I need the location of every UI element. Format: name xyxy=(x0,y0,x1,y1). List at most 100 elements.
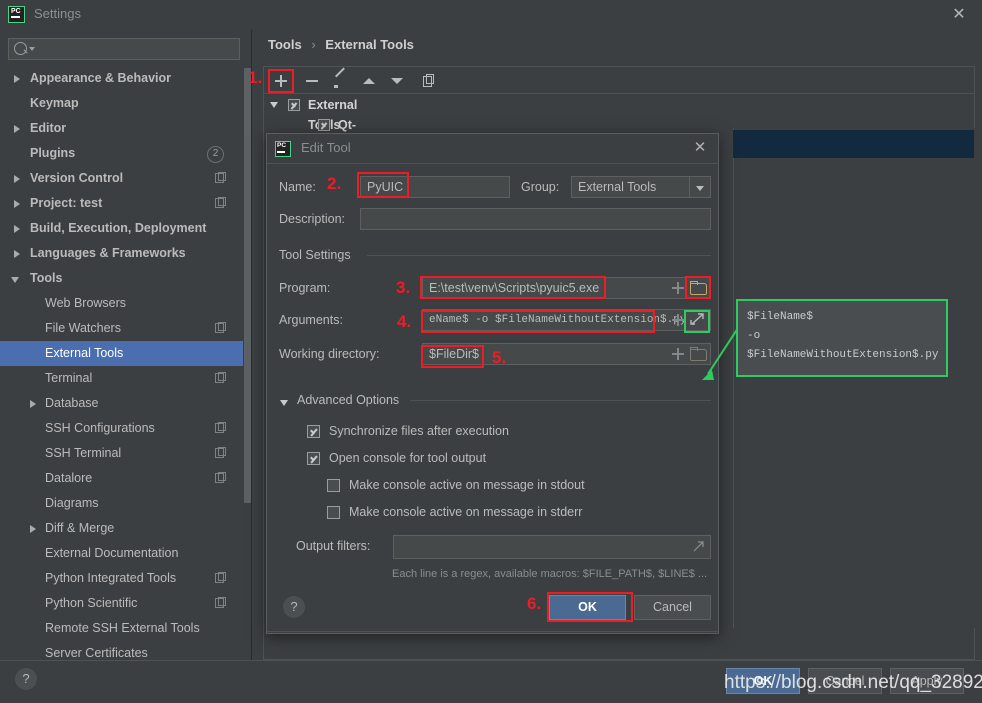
sidebar-item-python-integrated-tools[interactable]: Python Integrated Tools xyxy=(0,566,250,591)
close-icon[interactable]: ✕ xyxy=(692,140,708,156)
chevron-down-icon[interactable] xyxy=(11,277,19,283)
dialog-help-button[interactable]: ? xyxy=(283,596,305,618)
program-input[interactable]: E:\test\venv\Scripts\pyuic5.exe xyxy=(422,277,711,299)
arguments-input[interactable]: eName$ -o $FileNameWithoutExtension$.py xyxy=(422,309,711,331)
annotation-number-2: 2. xyxy=(327,174,341,194)
output-filters-expand-icon[interactable] xyxy=(691,540,707,554)
sidebar-item-diff-merge[interactable]: Diff & Merge xyxy=(0,516,250,541)
checkbox-label-open-console: Open console for tool output xyxy=(329,451,486,465)
sidebar-item-remote-ssh-external-tools[interactable]: Remote SSH External Tools xyxy=(0,616,250,641)
sidebar-item-badge: 2 xyxy=(207,146,224,163)
sidebar-item-label: File Watchers xyxy=(45,316,121,341)
search-input[interactable] xyxy=(8,38,240,60)
arrow-down-icon[interactable] xyxy=(388,72,406,90)
advanced-options-heading: Advanced Options xyxy=(297,393,399,407)
description-label: Description: xyxy=(279,212,345,226)
chevron-right-icon[interactable] xyxy=(30,525,36,533)
sidebar-item-project-test[interactable]: Project: test xyxy=(0,191,250,216)
chevron-right-icon[interactable] xyxy=(30,400,36,408)
pencil-icon[interactable] xyxy=(332,72,350,90)
working-directory-input[interactable]: $FileDir$ xyxy=(422,343,711,365)
copy-icon xyxy=(215,598,224,608)
annotation-number-5: 5. xyxy=(492,348,506,368)
expand-arrow-icon xyxy=(691,540,705,553)
add-icon[interactable] xyxy=(272,72,290,90)
sidebar-item-ssh-configurations[interactable]: SSH Configurations xyxy=(0,416,250,441)
chevron-right-icon[interactable] xyxy=(14,125,20,133)
copy-icon xyxy=(215,473,224,483)
chevron-down-icon[interactable] xyxy=(270,102,278,108)
arguments-insert-macro-button[interactable] xyxy=(671,313,685,327)
sidebar-item-label: Editor xyxy=(30,116,66,141)
name-input[interactable]: PyUIC xyxy=(360,176,510,198)
checkbox-console-active-stdout[interactable] xyxy=(327,479,340,492)
copy-icon xyxy=(215,323,224,333)
arrow-up-icon[interactable] xyxy=(360,72,378,90)
sidebar-item-web-browsers[interactable]: Web Browsers xyxy=(0,291,250,316)
sidebar-item-database[interactable]: Database xyxy=(0,391,250,416)
copy-icon[interactable] xyxy=(419,72,437,90)
chevron-right-icon[interactable] xyxy=(14,225,20,233)
breadcrumb-separator: › xyxy=(311,37,315,52)
group-select[interactable]: External Tools xyxy=(571,176,711,198)
sidebar-item-label: External Documentation xyxy=(45,541,178,566)
sidebar-item-label: Database xyxy=(45,391,99,416)
settings-apply-button[interactable]: Apply xyxy=(890,668,964,694)
tool-settings-heading: Tool Settings xyxy=(279,248,351,262)
sidebar-item-label: Python Scientific xyxy=(45,591,137,616)
checkbox-console-active-stderr[interactable] xyxy=(327,506,340,519)
sidebar-item-version-control[interactable]: Version Control xyxy=(0,166,250,191)
working-directory-label: Working directory: xyxy=(279,347,380,361)
copy-icon xyxy=(215,198,224,208)
sidebar-item-external-documentation[interactable]: External Documentation xyxy=(0,541,250,566)
sidebar-item-file-watchers[interactable]: File Watchers xyxy=(0,316,250,341)
sidebar-item-build-execution-deployment[interactable]: Build, Execution, Deployment xyxy=(0,216,250,241)
chevron-right-icon[interactable] xyxy=(14,175,20,183)
sidebar-item-keymap[interactable]: Keymap xyxy=(0,91,250,116)
sidebar-item-external-tools[interactable]: External Tools xyxy=(0,341,250,366)
sidebar-item-appearance-behavior[interactable]: Appearance & Behavior xyxy=(0,66,250,91)
checkbox-open-console[interactable] xyxy=(307,452,320,465)
checkbox-synchronize-files[interactable] xyxy=(307,425,320,438)
sidebar-item-editor[interactable]: Editor xyxy=(0,116,250,141)
sidebar-item-terminal[interactable]: Terminal xyxy=(0,366,250,391)
chevron-right-icon[interactable] xyxy=(14,250,20,258)
annotation-number-3: 3. xyxy=(396,278,410,298)
sidebar-item-datalore[interactable]: Datalore xyxy=(0,466,250,491)
sidebar-scrollbar-thumb[interactable] xyxy=(244,68,251,503)
program-insert-macro-button[interactable] xyxy=(671,281,685,295)
dialog-ok-button[interactable]: OK xyxy=(549,595,626,620)
sidebar-divider xyxy=(251,30,252,660)
sidebar-item-plugins[interactable]: Plugins 2 xyxy=(0,141,250,166)
settings-ok-button[interactable]: OK xyxy=(726,668,800,694)
remove-icon[interactable] xyxy=(303,72,321,90)
settings-sidebar[interactable]: Appearance & BehaviorKeymapEditorPlugins… xyxy=(0,66,250,660)
sidebar-item-ssh-terminal[interactable]: SSH Terminal xyxy=(0,441,250,466)
program-browse-folder-icon[interactable] xyxy=(690,281,708,296)
sidebar-item-label: Plugins xyxy=(30,141,75,166)
chevron-down-icon[interactable] xyxy=(280,400,288,406)
dialog-cancel-button[interactable]: Cancel xyxy=(634,595,711,620)
working-directory-insert-macro-button[interactable] xyxy=(671,347,685,361)
program-label: Program: xyxy=(279,281,330,295)
tree-item-checkbox[interactable] xyxy=(318,119,330,131)
chevron-right-icon[interactable] xyxy=(14,200,20,208)
settings-cancel-button[interactable]: Cancel xyxy=(808,668,882,694)
sidebar-item-tools[interactable]: Tools xyxy=(0,266,250,291)
sidebar-item-python-scientific[interactable]: Python Scientific xyxy=(0,591,250,616)
description-input[interactable] xyxy=(360,208,711,230)
settings-help-button[interactable]: ? xyxy=(15,668,37,690)
chevron-right-icon[interactable] xyxy=(14,75,20,83)
close-icon[interactable]: ✕ xyxy=(950,6,968,24)
sidebar-item-label: Server Certificates xyxy=(45,641,148,660)
chevron-down-icon[interactable] xyxy=(689,177,710,197)
chevron-down-icon[interactable] xyxy=(29,47,35,51)
breadcrumb-root[interactable]: Tools xyxy=(268,37,302,52)
sidebar-item-languages-frameworks[interactable]: Languages & Frameworks xyxy=(0,241,250,266)
copy-icon xyxy=(215,423,224,433)
tree-group-checkbox[interactable] xyxy=(288,99,300,111)
pycharm-logo-icon: PC xyxy=(275,141,291,157)
sidebar-item-diagrams[interactable]: Diagrams xyxy=(0,491,250,516)
output-filters-input[interactable] xyxy=(393,535,711,559)
sidebar-item-server-certificates[interactable]: Server Certificates xyxy=(0,641,250,660)
